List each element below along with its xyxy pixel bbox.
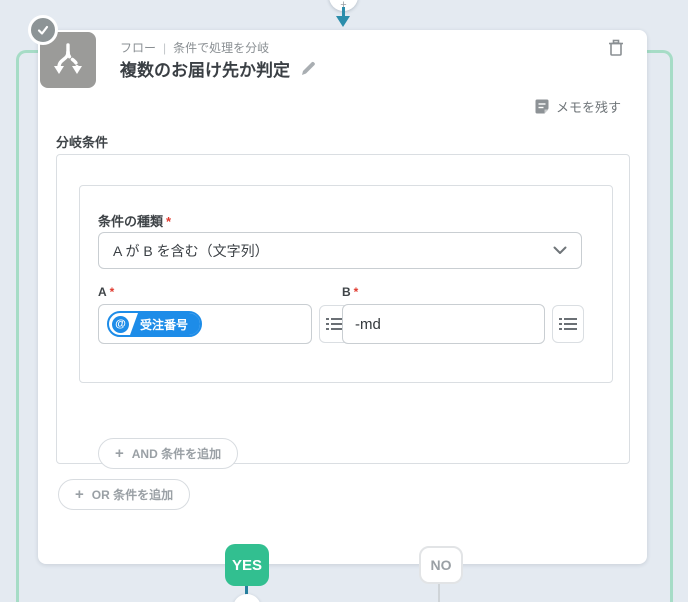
add-and-condition-button[interactable]: + AND 条件を追加 <box>98 438 238 469</box>
add-or-condition-button[interactable]: + OR 条件を追加 <box>58 479 190 510</box>
chevron-down-icon <box>553 246 567 255</box>
flow-arrow-down-icon <box>336 7 351 27</box>
node-type-breadcrumb: フロー | 条件で処理を分岐 <box>120 39 269 56</box>
add-and-condition-label: AND 条件を追加 <box>132 445 221 462</box>
required-mark: * <box>354 285 359 299</box>
condition-type-value: A が B を含む（文字列） <box>113 241 553 261</box>
add-or-condition-label: OR 条件を追加 <box>92 486 173 503</box>
leave-memo-label: メモを残す <box>556 97 621 116</box>
breadcrumb-separator: | <box>163 41 166 55</box>
condition-row-box: 条件の種類* A が B を含む（文字列） A* @ 受注番号 <box>79 185 613 383</box>
branch-node-card: フロー | 条件で処理を分岐 複数のお届け先か判定 <box>38 30 647 564</box>
no-branch-line <box>438 582 440 602</box>
node-category-label: フロー <box>120 39 156 56</box>
condition-group-box: 条件の種類* A が B を含む（文字列） A* @ 受注番号 <box>56 154 630 464</box>
condition-type-select[interactable]: A が B を含む（文字列） <box>98 232 582 269</box>
pencil-icon <box>300 60 317 77</box>
node-action-label: 条件で処理を分岐 <box>173 39 269 56</box>
field-b-variable-picker-button[interactable] <box>552 305 584 343</box>
field-b-input[interactable] <box>343 305 544 343</box>
field-b-label: B* <box>342 285 358 299</box>
list-icon <box>559 317 577 331</box>
output-variable-tag[interactable]: @ 受注番号 <box>107 311 202 337</box>
field-a-input[interactable]: @ 受注番号 <box>98 304 312 344</box>
branch-no-badge[interactable]: NO <box>419 546 463 584</box>
node-title: 複数のお届け先か判定 <box>120 56 290 81</box>
condition-type-label: 条件の種類* <box>98 211 171 230</box>
plus-icon: + <box>115 445 124 462</box>
check-icon <box>28 15 58 45</box>
memo-icon <box>534 99 550 114</box>
field-a-label: A* <box>98 285 114 299</box>
branch-conditions-heading: 分岐条件 <box>56 132 108 151</box>
output-variable-icon: @ <box>112 316 129 333</box>
leave-memo-button[interactable]: メモを残す <box>528 96 627 117</box>
plus-icon: + <box>75 486 84 503</box>
delete-node-button[interactable] <box>603 35 629 61</box>
edit-title-button[interactable] <box>300 60 317 77</box>
trash-icon <box>606 38 626 58</box>
required-mark: * <box>110 285 115 299</box>
field-b-input-wrap <box>342 304 545 344</box>
output-variable-label: 受注番号 <box>130 313 200 335</box>
flow-canvas: + フロー | 条件で処理を分岐 複数のお届け先か判定 <box>0 0 688 602</box>
required-mark: * <box>166 214 171 229</box>
branch-yes-badge[interactable]: YES <box>225 544 269 586</box>
